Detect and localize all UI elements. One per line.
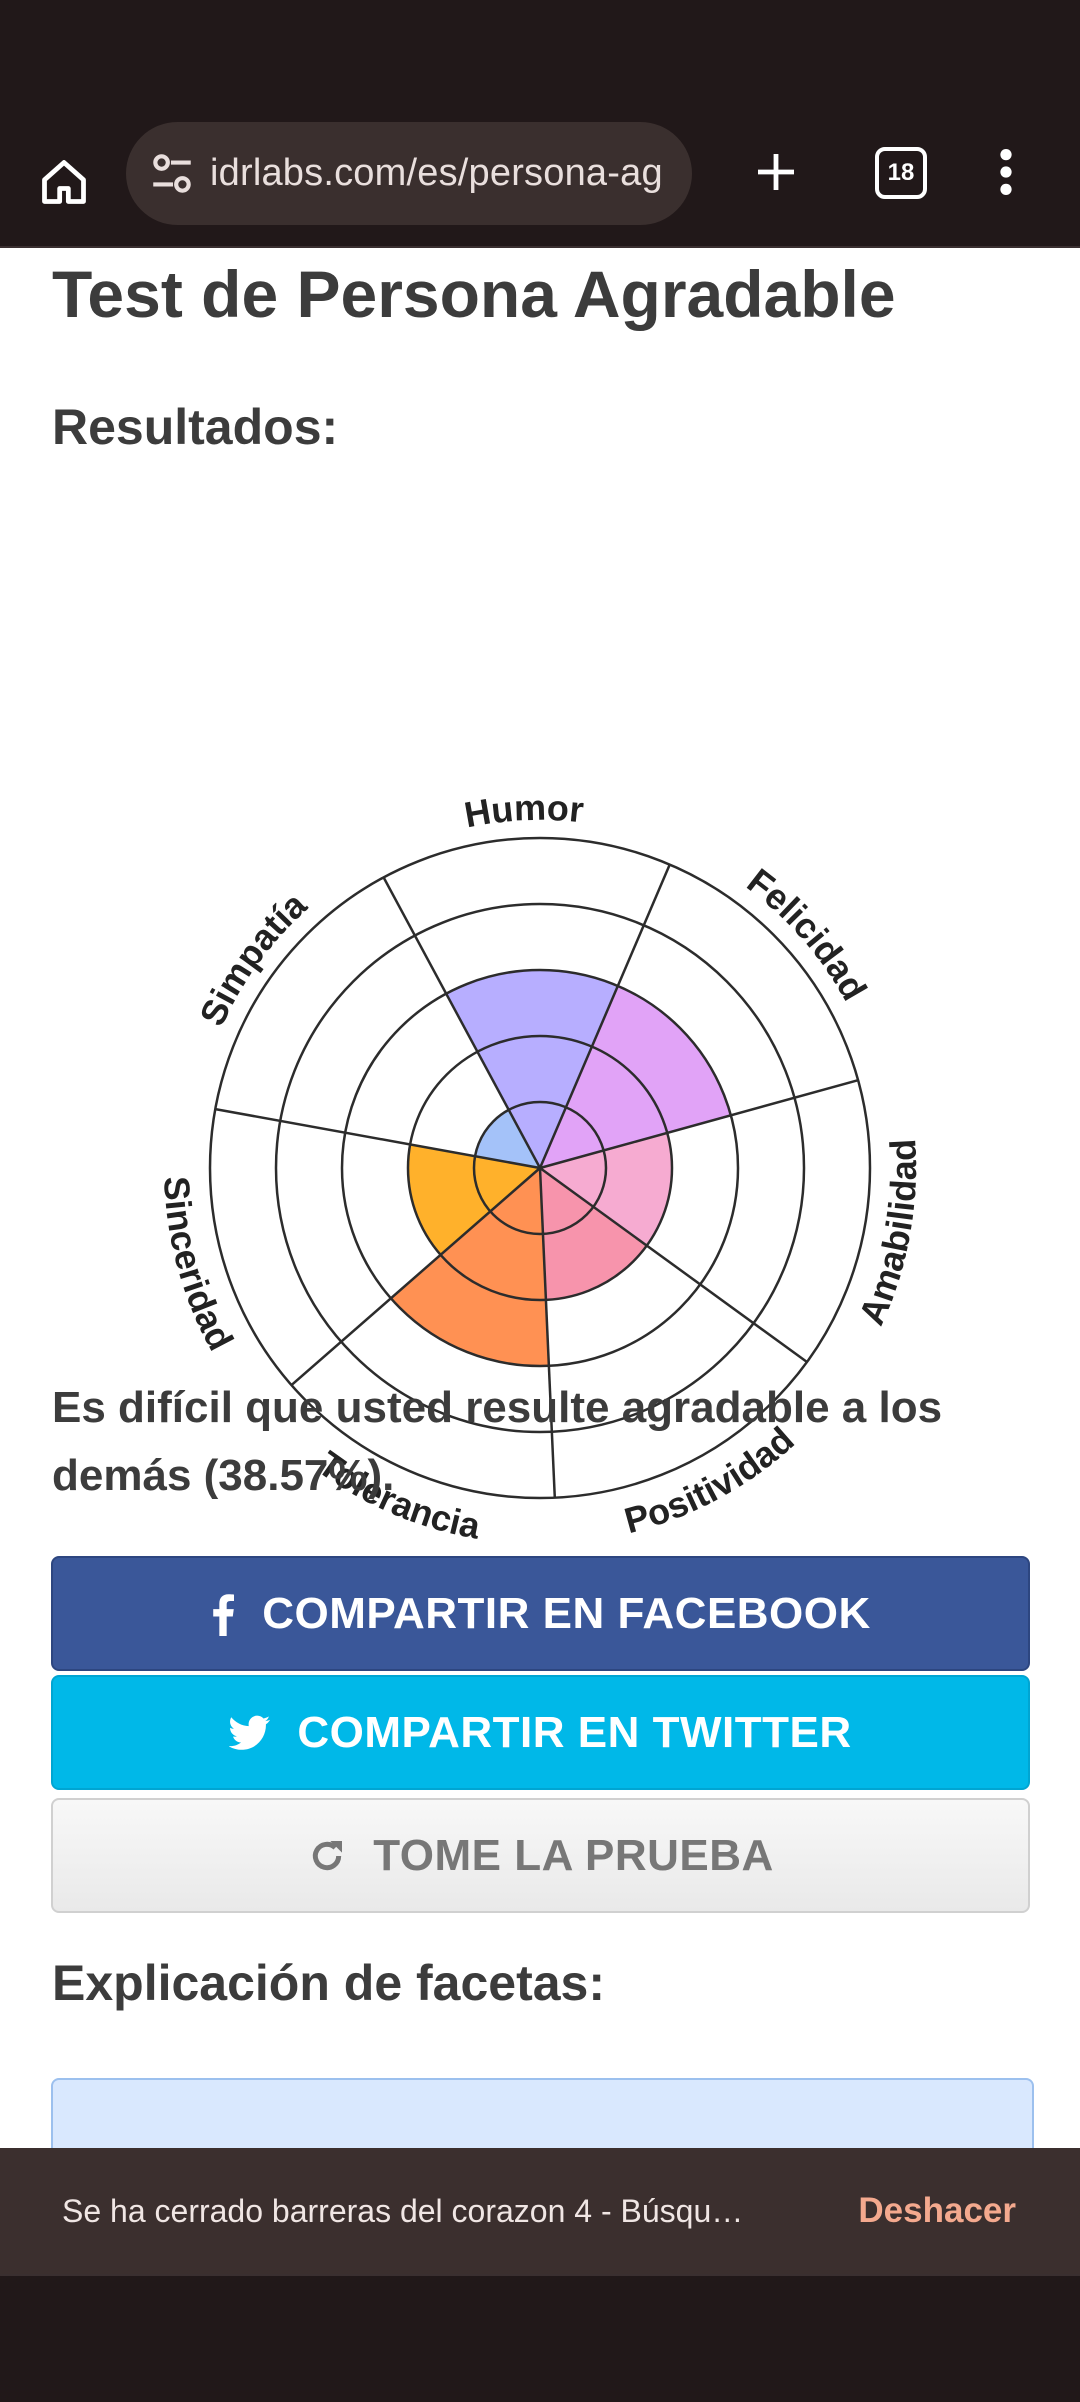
share-twitter-button[interactable]: COMPARTIR EN TWITTER (51, 1675, 1030, 1790)
tune-icon (153, 153, 191, 193)
radar-label-amabilidad: Amabilidad (850, 1138, 924, 1331)
plus-icon (758, 154, 794, 190)
system-navigation-bar (0, 2274, 1080, 2402)
retake-test-button[interactable]: TOME LA PRUEBA (51, 1798, 1030, 1913)
site-settings-button[interactable] (142, 144, 202, 204)
twitter-icon (229, 1715, 271, 1751)
facets-explanation-box (51, 2078, 1034, 2148)
radar-label-sinceridad: Sinceridad (156, 1175, 242, 1357)
tab-switcher-icon: 18 (875, 147, 927, 199)
more-vert-icon (1000, 149, 1012, 195)
result-text: Es difícil que usted resulte agradable a… (52, 1383, 943, 1500)
new-tab-button[interactable] (738, 134, 814, 210)
refresh-icon (307, 1836, 347, 1876)
undo-button[interactable]: Deshacer (858, 2191, 1016, 2231)
retake-test-label: TOME LA PRUEBA (373, 1830, 774, 1880)
facets-heading: Explicación de facetas: (52, 1955, 606, 2011)
address-bar[interactable]: idrlabs.com/es/persona-ag (126, 122, 692, 225)
page-content: Test de Persona Agradable Resultados: Hu… (0, 248, 1080, 2148)
results-heading: Resultados: (52, 399, 339, 455)
facebook-icon (210, 1592, 236, 1636)
tab-switcher-button[interactable]: 18 (862, 134, 940, 212)
share-facebook-label: COMPARTIR EN FACEBOOK (262, 1588, 871, 1638)
menu-button[interactable] (974, 134, 1038, 210)
share-facebook-button[interactable]: COMPARTIR EN FACEBOOK (51, 1556, 1030, 1671)
snackbar: Se ha cerrado barreras del corazon 4 - B… (0, 2148, 1080, 2274)
page-title: Test de Persona Agradable (52, 257, 896, 331)
home-icon (42, 160, 86, 204)
url-text[interactable]: idrlabs.com/es/persona-ag (210, 152, 663, 195)
home-button[interactable] (26, 144, 102, 220)
share-twitter-label: COMPARTIR EN TWITTER (297, 1707, 852, 1757)
radar-label-felicidad: Felicidad (740, 860, 875, 1007)
radar-label-humor: Humor (461, 787, 586, 836)
radar-label-simpatía: Simpatía (191, 883, 315, 1032)
snackbar-message: Se ha cerrado barreras del corazon 4 - B… (62, 2192, 744, 2229)
status-bar (0, 0, 1080, 120)
